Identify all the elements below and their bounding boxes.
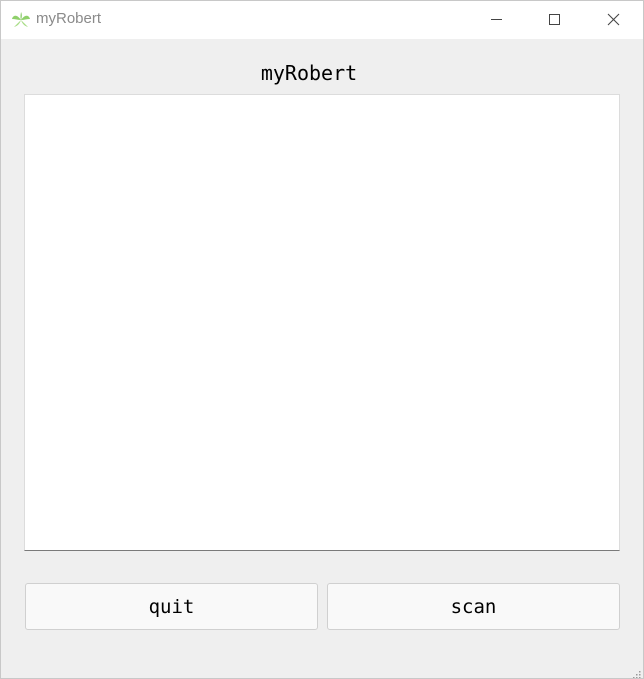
app-window: myRobert myRobert quit scan [0,0,644,679]
main-heading: myRobert [260,61,358,85]
title-bar[interactable]: myRobert [1,1,643,39]
minimize-button[interactable] [467,1,525,39]
minimize-icon [491,19,502,20]
window-title: myRobert [36,10,102,27]
scan-button[interactable]: scan [327,583,620,630]
quit-button[interactable]: quit [25,583,318,630]
output-text-area[interactable] [24,94,620,551]
maximize-icon [549,14,560,25]
leaf-app-icon [11,11,31,29]
close-icon [607,13,620,26]
close-button[interactable] [585,1,643,39]
maximize-button[interactable] [525,1,583,39]
size-grip-icon[interactable] [631,666,641,678]
